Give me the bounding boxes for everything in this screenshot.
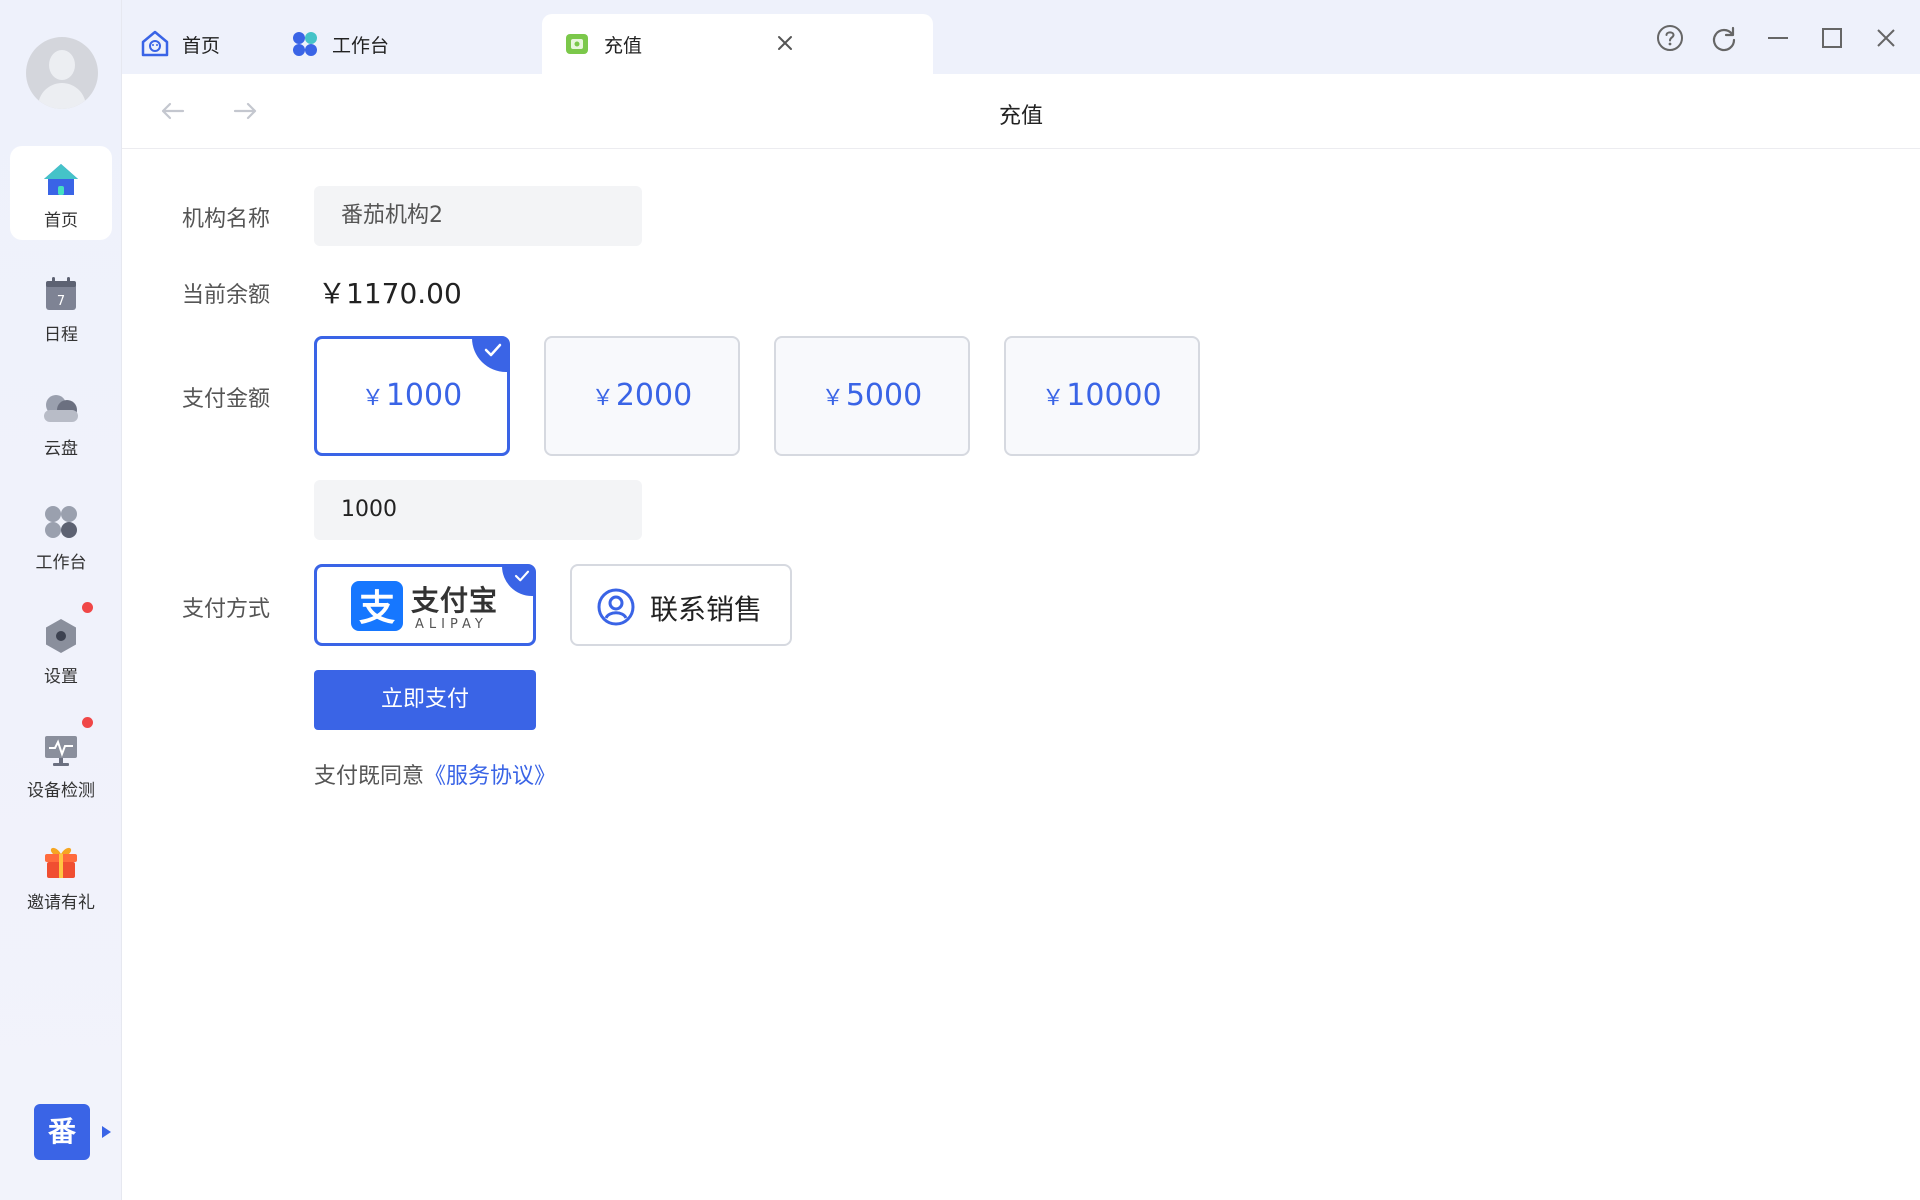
alipay-en-name: ALIPAY: [415, 617, 488, 632]
svg-text:支: 支: [359, 588, 395, 629]
sidebar-item-invite[interactable]: 邀请有礼: [10, 828, 112, 922]
tab-label: 工作台: [332, 34, 390, 57]
tab-workbench[interactable]: 工作台: [290, 14, 389, 74]
alipay-option[interactable]: 支 支付宝 ALIPAY: [314, 564, 536, 646]
home-icon: [44, 164, 78, 195]
payment-method-label: 支付方式: [182, 597, 271, 622]
currency-symbol: ￥: [591, 386, 614, 411]
user-circle-icon: [597, 588, 635, 626]
org-name-label: 机构名称: [182, 207, 271, 232]
selected-check-icon: [502, 566, 534, 596]
sidebar-item-workbench[interactable]: 工作台: [10, 488, 112, 582]
amount-value: 5000: [845, 378, 923, 413]
tab-recharge[interactable]: 充值: [542, 14, 933, 74]
sidebar-item-label: 工作台: [35, 553, 87, 573]
service-agreement-link[interactable]: 《服务协议》: [424, 764, 556, 789]
sidebar-item-label: 云盘: [44, 439, 78, 459]
close-tab-icon[interactable]: [772, 30, 798, 56]
help-icon[interactable]: [1656, 24, 1684, 52]
currency-symbol: ￥: [361, 386, 384, 411]
amount-value: 10000: [1066, 378, 1162, 413]
notification-dot: [82, 602, 93, 613]
alipay-logo-icon: 支: [351, 581, 403, 631]
amount-option-10000[interactable]: ￥10000: [1004, 336, 1200, 456]
agreement-text: 支付既同意《服务协议》: [314, 758, 556, 790]
sidebar-item-label: 首页: [44, 211, 78, 231]
maximize-icon[interactable]: [1818, 24, 1846, 52]
expand-arrow-icon[interactable]: [102, 1126, 111, 1138]
apps-icon: [293, 32, 317, 56]
balance-label: 当前余额: [182, 283, 271, 308]
gift-icon: [45, 847, 77, 878]
notification-dot: [82, 717, 93, 728]
contact-sales-label: 联系销售: [650, 593, 763, 626]
balance-value: ￥1170.00: [318, 277, 462, 310]
page-title: 充值: [998, 104, 1043, 129]
amount-option-5000[interactable]: ￥5000: [774, 336, 970, 456]
sidebar: 首页 7 日程 云盘 工作台 设置 设备检测 邀请有礼 番: [0, 0, 122, 1200]
home-icon: [141, 30, 169, 57]
svg-text:7: 7: [57, 294, 65, 309]
tab-bar: 首页 工作台 充值: [122, 0, 1920, 74]
currency-symbol: ￥: [1042, 386, 1065, 411]
close-window-icon[interactable]: [1872, 24, 1900, 52]
refresh-icon[interactable]: [1710, 24, 1738, 52]
sidebar-item-settings[interactable]: 设置: [10, 602, 112, 696]
calendar-icon: 7: [46, 277, 76, 310]
brand-logo-button[interactable]: 番: [34, 1104, 90, 1160]
sidebar-item-cloud[interactable]: 云盘: [10, 374, 112, 468]
minimize-icon[interactable]: [1764, 24, 1792, 52]
amount-option-1000[interactable]: ￥1000: [314, 336, 510, 456]
page-header: 充值: [122, 74, 1920, 149]
monitor-icon: [45, 736, 77, 766]
sidebar-item-label: 邀请有礼: [27, 893, 95, 913]
settings-icon: [46, 619, 76, 653]
sidebar-item-label: 日程: [44, 325, 78, 345]
agree-prefix: 支付既同意: [314, 764, 425, 789]
currency-symbol: ￥: [821, 386, 844, 411]
amount-label: 支付金额: [182, 387, 271, 412]
selected-check-icon: [472, 338, 508, 372]
custom-amount-input[interactable]: [314, 480, 642, 540]
sidebar-item-label: 设备检测: [27, 781, 95, 801]
amount-value: 1000: [385, 378, 463, 413]
sidebar-item-device-check[interactable]: 设备检测: [10, 716, 112, 810]
pay-now-button[interactable]: 立即支付: [314, 670, 536, 730]
user-avatar[interactable]: [26, 37, 98, 109]
org-name-field[interactable]: [314, 186, 642, 246]
amount-option-2000[interactable]: ￥2000: [544, 336, 740, 456]
alipay-name: 支付宝: [411, 584, 499, 617]
sidebar-item-label: 设置: [44, 667, 78, 687]
tab-label: 首页: [182, 34, 221, 57]
sidebar-item-schedule[interactable]: 7 日程: [10, 260, 112, 354]
cloud-icon: [44, 395, 78, 422]
tab-home[interactable]: 首页: [140, 14, 220, 74]
wallet-icon: [566, 34, 588, 54]
tab-label: 充值: [604, 34, 643, 57]
apps-icon: [45, 506, 77, 538]
sidebar-item-home[interactable]: 首页: [10, 146, 112, 240]
contact-sales-option[interactable]: 联系销售: [570, 564, 792, 646]
amount-value: 2000: [615, 378, 693, 413]
